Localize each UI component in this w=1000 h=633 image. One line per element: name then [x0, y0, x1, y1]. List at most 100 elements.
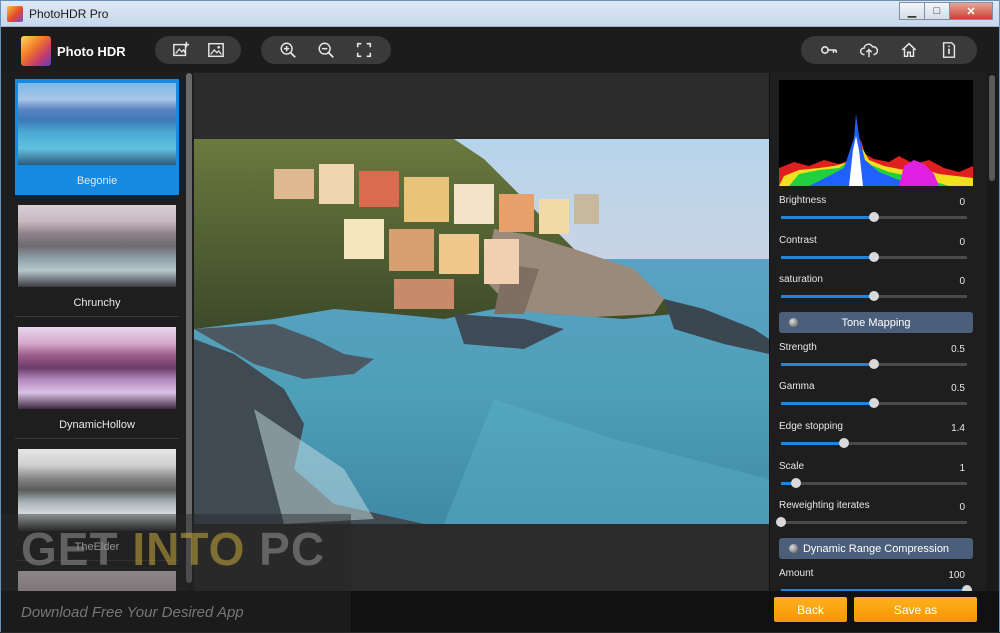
license-key-button[interactable] [815, 38, 843, 62]
save-as-button[interactable]: Save as [854, 597, 977, 622]
slider-track[interactable] [776, 517, 967, 527]
slider-label: Strength [779, 342, 817, 353]
slider-value: 0 [959, 276, 965, 287]
app-icon [7, 6, 23, 22]
title-bar: PhotoHDR Pro ▁ □ ✕ [1, 1, 999, 27]
slider-handle[interactable] [790, 478, 801, 488]
adjustments-scrollbar[interactable] [987, 73, 997, 591]
slider-track[interactable] [781, 291, 967, 301]
info-icon [942, 42, 956, 58]
app-window: PhotoHDR Pro ▁ □ ✕ Photo HDR Begonie Chr… [0, 0, 1000, 633]
preset-thumbnail [18, 205, 176, 287]
scrollbar-thumb[interactable] [989, 75, 995, 181]
fullscreen-button[interactable] [350, 38, 378, 62]
histogram [779, 80, 973, 186]
watermark-logo-text: GET INTO PC [21, 522, 325, 576]
slider-label: Brightness [779, 195, 827, 206]
slider-label: Scale [779, 461, 805, 472]
slider-track[interactable] [781, 438, 967, 448]
divider [15, 316, 179, 317]
slider-fill [781, 295, 874, 298]
image-icon [207, 42, 224, 58]
preset-label: DynamicHollow [59, 419, 135, 431]
key-icon [820, 46, 838, 54]
tone-mapping-section-toggle[interactable]: Tone Mapping [779, 312, 973, 333]
slider-handle[interactable] [869, 212, 879, 222]
watermark-word: GET [21, 523, 133, 575]
home-icon [901, 42, 917, 58]
slider-track[interactable] [781, 398, 967, 408]
slider-label: saturation [779, 274, 823, 285]
window-controls: ▁ □ ✕ [899, 2, 993, 20]
section-title: Tone Mapping [841, 316, 911, 329]
divider [15, 438, 179, 439]
slider-label: Reweighting iterates [779, 500, 870, 511]
section-title: Dynamic Range Compression [802, 542, 950, 555]
scrollbar-thumb[interactable] [186, 73, 192, 583]
zoom-out-icon [318, 42, 334, 58]
slider-fill [781, 402, 874, 405]
window-title: PhotoHDR Pro [29, 7, 109, 21]
slider-value: 1.4 [951, 423, 965, 434]
close-button[interactable]: ✕ [949, 2, 993, 20]
dynamic-range-compression-section-toggle[interactable]: Dynamic Range Compression [779, 538, 973, 559]
preset-item-dynamichollow[interactable]: DynamicHollow [15, 323, 179, 439]
home-button[interactable] [895, 38, 923, 62]
add-image-icon [172, 41, 189, 57]
slider-track[interactable] [781, 359, 967, 369]
hdr-photo [194, 139, 769, 524]
fullscreen-icon [356, 42, 372, 58]
image-button[interactable] [202, 38, 230, 62]
slider-label: Edge stopping [779, 421, 843, 432]
app-logo [21, 36, 51, 66]
zoom-in-icon [280, 42, 296, 58]
slider-track[interactable] [781, 478, 967, 488]
slider-value: 0 [959, 197, 965, 208]
slider-value: 0 [959, 502, 965, 513]
maximize-button[interactable]: □ [924, 2, 950, 20]
zoom-tools-group [261, 36, 391, 64]
section-bullet-icon [789, 318, 798, 327]
preset-label: Chrunchy [73, 297, 121, 309]
section-bullet-icon [789, 544, 798, 553]
watermark-word-accent: INTO [132, 523, 246, 575]
slider-handle[interactable] [869, 291, 879, 301]
adjustments-panel: Brightness 0 Contrast 0 saturation 0 Ton… [769, 73, 987, 591]
slider-value: 100 [948, 570, 965, 581]
slider-handle[interactable] [839, 438, 850, 448]
back-button[interactable]: Back [774, 597, 847, 622]
slider-label: Gamma [779, 381, 815, 392]
app-name: Photo HDR [57, 44, 126, 59]
image-tools-group [155, 36, 241, 64]
slider-fill [781, 363, 874, 366]
add-image-button[interactable] [167, 38, 195, 62]
preset-item-begonie[interactable]: Begonie [15, 79, 179, 195]
slider-track[interactable] [781, 212, 967, 222]
slider-handle[interactable] [776, 517, 786, 527]
toolbar: Photo HDR [1, 27, 999, 72]
slider-track[interactable] [781, 252, 967, 262]
slider-value: 0.5 [951, 344, 965, 355]
info-button[interactable] [935, 38, 963, 62]
app-tools-group [801, 36, 977, 64]
slider-fill [781, 256, 874, 259]
slider-handle[interactable] [869, 398, 879, 408]
preset-label: Begonie [76, 175, 118, 187]
preset-thumbnail [18, 83, 176, 165]
zoom-in-button[interactable] [274, 38, 302, 62]
minimize-button[interactable]: ▁ [899, 2, 925, 20]
slider-fill [781, 442, 845, 445]
upload-button[interactable] [855, 38, 883, 62]
preset-item-chrunchy[interactable]: Chrunchy [15, 201, 179, 317]
slider-handle[interactable] [869, 359, 879, 369]
upload-cloud-icon [860, 43, 878, 58]
slider-value: 0.5 [951, 383, 965, 394]
zoom-out-button[interactable] [312, 38, 340, 62]
slider-fill [781, 216, 874, 219]
slider-handle[interactable] [869, 252, 879, 262]
slider-label: Amount [779, 568, 814, 579]
slider-label: Contrast [779, 235, 817, 246]
watermark-tagline: Download Free Your Desired App [21, 604, 244, 621]
watermark-word: PC [245, 523, 326, 575]
preset-thumbnail [18, 327, 176, 409]
